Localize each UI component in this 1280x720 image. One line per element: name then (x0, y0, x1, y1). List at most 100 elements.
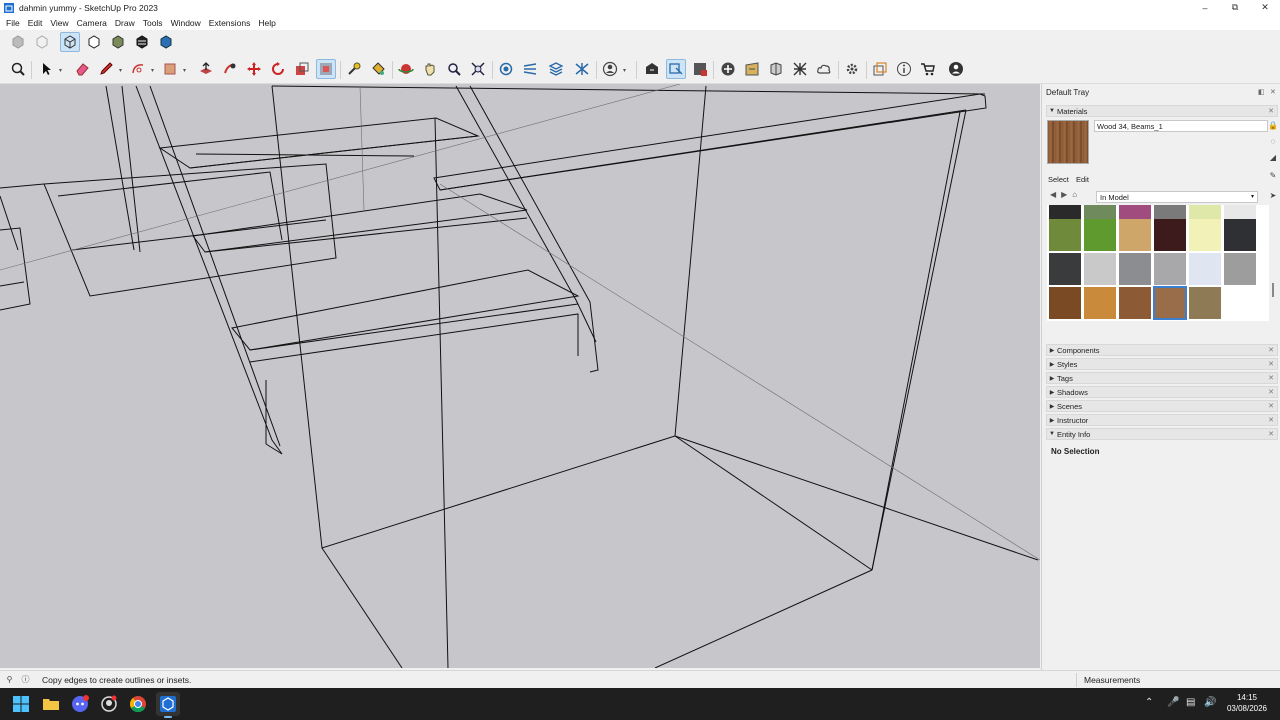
materials-nav[interactable]: ◀▶⌂ (1050, 190, 1082, 199)
panel-close-icon[interactable]: ✕ (1268, 374, 1274, 382)
photo-texture-icon[interactable] (766, 59, 786, 79)
volume-icon[interactable]: 🔊 (1204, 697, 1216, 708)
arc-dropdown-icon[interactable]: ▾ (151, 67, 154, 74)
geo-location-status-icon[interactable]: ⚲ (4, 674, 15, 685)
select-icon[interactable] (36, 59, 56, 79)
material-swatch[interactable] (1189, 253, 1221, 285)
collection-dropdown[interactable]: In Model ▾ (1096, 191, 1258, 203)
eraser-icon[interactable] (72, 59, 92, 79)
info-icon[interactable] (894, 59, 914, 79)
follow-me-icon[interactable] (220, 59, 240, 79)
panel-close-icon[interactable]: ✕ (1268, 402, 1274, 410)
sandbox-icon[interactable] (520, 59, 540, 79)
material-swatch[interactable] (1119, 253, 1151, 285)
tape-measure-icon[interactable] (344, 59, 364, 79)
styles-panel-header[interactable]: ▶ Styles ✕ (1046, 358, 1278, 370)
material-swatch[interactable] (1224, 219, 1256, 251)
wireframe-style-icon[interactable] (60, 32, 80, 52)
pencil-icon[interactable] (96, 59, 116, 79)
scale-icon[interactable] (292, 59, 312, 79)
sketchup-icon[interactable] (156, 692, 180, 718)
panel-close-icon[interactable]: ✕ (1268, 416, 1274, 424)
material-swatch[interactable] (1084, 219, 1116, 251)
instructor-status-icon[interactable]: ⓘ (20, 674, 31, 685)
material-name-field[interactable]: Wood 34, Beams_1 (1094, 120, 1268, 132)
cart-icon[interactable] (918, 59, 938, 79)
panel-close-icon[interactable]: ✕ (1268, 346, 1274, 354)
shadows-panel-header[interactable]: ▶ Shadows ✕ (1046, 386, 1278, 398)
material-swatch[interactable] (1049, 219, 1081, 251)
tab-edit[interactable]: Edit (1076, 175, 1089, 184)
panel-close-icon[interactable]: ✕ (1268, 388, 1274, 396)
restore-icon[interactable]: ⧉ (1220, 0, 1250, 15)
account-icon[interactable] (600, 59, 620, 79)
material-swatch[interactable] (1084, 253, 1116, 285)
zoom-window-icon[interactable] (444, 59, 464, 79)
panel-close-icon[interactable]: ✕ (1268, 430, 1274, 438)
chrome-icon[interactable] (126, 692, 150, 716)
close-icon[interactable]: ✕ (1250, 0, 1280, 15)
material-swatch[interactable] (1049, 287, 1081, 319)
modeling-viewport[interactable] (0, 84, 1040, 668)
tray-close-icon[interactable]: ✕ (1270, 88, 1276, 96)
material-swatch[interactable] (1119, 219, 1151, 251)
warehouse-icon[interactable] (642, 59, 662, 79)
menu-window[interactable]: Window (167, 18, 205, 28)
pencil-dropdown-icon[interactable]: ▾ (119, 67, 122, 74)
network-icon[interactable]: ▤ (1186, 697, 1195, 708)
material-swatch[interactable] (1049, 253, 1081, 285)
menu-extensions[interactable]: Extensions (205, 18, 255, 28)
layout-icon[interactable] (690, 59, 710, 79)
material-swatch[interactable] (1189, 219, 1221, 251)
menu-file[interactable]: File (2, 18, 24, 28)
discord-icon[interactable] (68, 692, 92, 716)
material-grid-scrollbar[interactable] (1270, 205, 1276, 321)
cloud-icon[interactable] (814, 59, 834, 79)
menu-tools[interactable]: Tools (139, 18, 167, 28)
monochrome-style-icon[interactable] (156, 32, 176, 52)
minimize-icon[interactable]: – (1190, 0, 1220, 15)
material-swatch[interactable] (1154, 219, 1186, 251)
advanced-camera-icon[interactable] (572, 59, 592, 79)
move-icon[interactable] (244, 59, 264, 79)
add-location-icon[interactable] (718, 59, 738, 79)
hidden-line-style-icon[interactable] (84, 32, 104, 52)
components-panel-header[interactable]: ▶ Components ✕ (1046, 344, 1278, 356)
taskbar-clock[interactable]: 14:15 03/08/2026 (1222, 692, 1272, 714)
push-pull-icon[interactable] (196, 59, 216, 79)
shaded-style-icon[interactable] (108, 32, 128, 52)
shaded-textures-style-icon[interactable] (132, 32, 152, 52)
rectangle-dropdown-icon[interactable]: ▾ (183, 67, 186, 74)
select-dropdown-icon[interactable]: ▾ (59, 67, 62, 74)
sample-paint-icon[interactable]: ✎ (1268, 171, 1278, 181)
file-explorer-icon[interactable] (39, 692, 63, 716)
zoom-extents-icon[interactable] (468, 59, 488, 79)
geo-location-icon[interactable] (742, 59, 762, 79)
default-material-icon[interactable]: ◢ (1268, 153, 1278, 163)
orbit-icon[interactable] (396, 59, 416, 79)
back-edges-style-icon[interactable] (32, 32, 52, 52)
display-secondary-icon[interactable]: ◌ (1268, 137, 1278, 147)
details-arrow-icon[interactable]: ➤ (1268, 191, 1278, 201)
menu-draw[interactable]: Draw (111, 18, 139, 28)
windows-start-icon[interactable] (9, 692, 33, 716)
material-swatch[interactable] (1154, 253, 1186, 285)
material-swatch[interactable] (1153, 286, 1187, 320)
paint-bucket-icon[interactable] (368, 59, 388, 79)
solid-tools-icon[interactable] (546, 59, 566, 79)
pan-icon[interactable] (420, 59, 440, 79)
tray-pin-icon[interactable]: ◧ (1258, 88, 1265, 96)
microphone-icon[interactable]: 🎤 (1167, 697, 1179, 708)
instructor-panel-header[interactable]: ▶ Instructor ✕ (1046, 414, 1278, 426)
material-swatch[interactable] (1189, 287, 1221, 319)
github-icon[interactable] (97, 692, 121, 716)
menu-view[interactable]: View (46, 18, 72, 28)
menu-camera[interactable]: Camera (73, 18, 111, 28)
offset-icon[interactable] (316, 59, 336, 79)
account-dropdown-icon[interactable]: ▾ (623, 67, 626, 74)
tab-select[interactable]: Select (1048, 175, 1069, 184)
preferences-icon[interactable] (842, 59, 862, 79)
chevron-up-icon[interactable]: ⌃ (1145, 697, 1153, 708)
material-swatch[interactable] (1224, 253, 1256, 285)
menu-edit[interactable]: Edit (24, 18, 47, 28)
